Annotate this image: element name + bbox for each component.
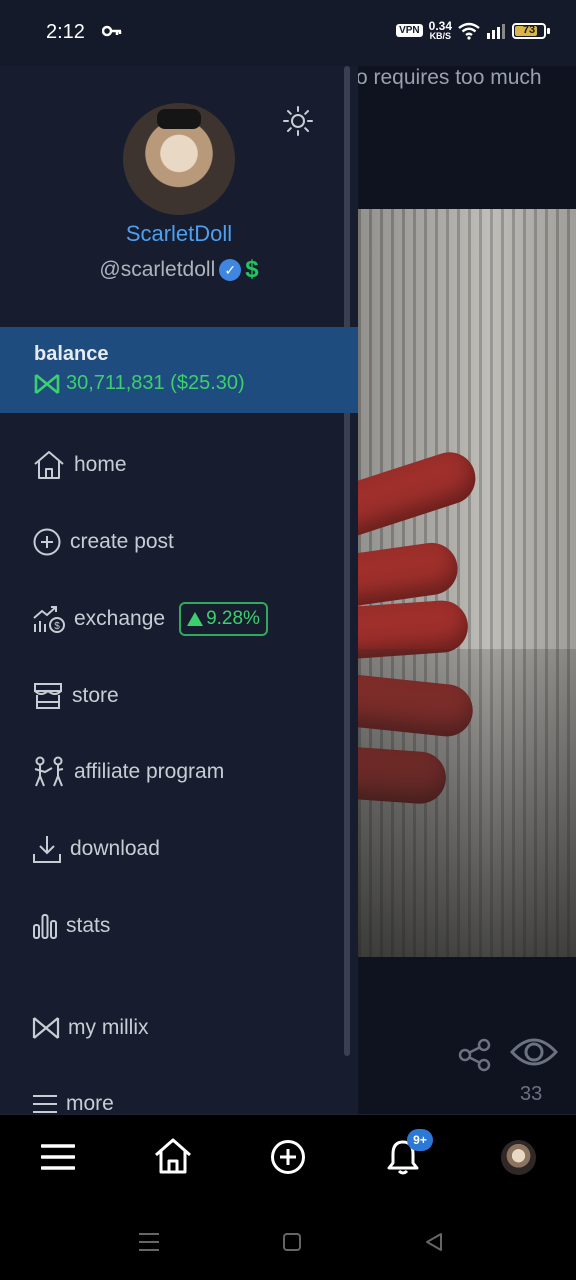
balance-panel[interactable]: balance 30,711,831 ($25.30) xyxy=(0,327,358,413)
wifi-icon xyxy=(458,22,480,40)
menu-label-exchange: exchange xyxy=(74,607,166,630)
net-speed: 0.34 KB/S xyxy=(429,20,452,41)
feed-post-text: o requires too much xyxy=(358,66,542,89)
menu-item-home[interactable]: home xyxy=(32,445,127,485)
key-icon xyxy=(102,25,122,37)
profile-display-name[interactable]: ScarletDoll xyxy=(0,221,358,247)
exchange-chart-icon: $ xyxy=(33,606,65,633)
sun-icon[interactable] xyxy=(283,106,313,136)
menu-item-exchange[interactable]: $ exchange 9.28% xyxy=(32,599,268,639)
status-bar: 2:12 VPN 0.34 KB/S 73 xyxy=(0,0,576,66)
navigation-drawer: ScarletDoll @scarletdoll ✓ $ balance 30,… xyxy=(0,66,358,1114)
menu-label-store: store xyxy=(72,684,119,707)
svg-text:$: $ xyxy=(54,621,60,632)
menu-label-stats: stats xyxy=(66,914,111,937)
system-navigation-bar xyxy=(0,1200,576,1280)
drawer-scrollbar[interactable] xyxy=(344,66,350,1056)
profile-handle-row: @scarletdoll ✓ $ xyxy=(0,256,358,284)
menu-label-download: download xyxy=(70,837,160,860)
balance-amount: 30,711,831 ($25.30) xyxy=(66,372,245,394)
dollar-icon: $ xyxy=(245,256,259,283)
status-indicators: VPN 0.34 KB/S 73 xyxy=(396,20,550,41)
home-icon xyxy=(34,451,64,479)
menu-item-stats[interactable]: stats xyxy=(32,906,110,946)
signal-icon xyxy=(487,23,505,39)
vpn-indicator: VPN xyxy=(396,24,423,37)
menu-label-more: more xyxy=(66,1092,114,1114)
menu-item-affiliate-program[interactable]: affiliate program xyxy=(32,752,224,792)
share-icon[interactable] xyxy=(458,1038,492,1072)
store-icon xyxy=(34,683,62,709)
battery-level: 73 xyxy=(522,23,536,36)
menu-item-my-millix[interactable]: my millix xyxy=(32,1008,148,1048)
balance-row: 30,711,831 ($25.30) xyxy=(34,372,245,395)
avatar-bow xyxy=(157,109,201,129)
profile-avatar-button[interactable] xyxy=(501,1140,536,1175)
menu-label-home: home xyxy=(74,453,127,476)
menu-icon[interactable] xyxy=(41,1143,75,1171)
exchange-change-value: 9.28% xyxy=(206,608,260,629)
menu-label-my-millix: my millix xyxy=(68,1016,149,1039)
recent-apps-icon[interactable] xyxy=(138,1232,160,1252)
feed-post-image[interactable] xyxy=(358,209,576,957)
system-home-icon[interactable] xyxy=(282,1232,302,1252)
menu-item-download[interactable]: download xyxy=(32,829,160,869)
image-shadow xyxy=(358,649,576,957)
exchange-change-badge: 9.28% xyxy=(179,602,268,636)
menu-label-create-post: create post xyxy=(70,530,174,553)
profile-avatar[interactable] xyxy=(123,103,235,215)
battery-icon: 73 xyxy=(512,22,550,39)
views-count: 33 xyxy=(520,1083,543,1105)
verified-icon: ✓ xyxy=(219,259,242,281)
balance-label: balance xyxy=(34,343,109,365)
back-icon[interactable] xyxy=(424,1232,444,1252)
affiliate-people-icon xyxy=(34,756,64,787)
triangle-up-icon xyxy=(187,612,204,626)
add-post-icon[interactable] xyxy=(270,1139,306,1175)
millix-icon xyxy=(34,373,60,394)
hamburger-icon xyxy=(33,1095,57,1113)
home-icon[interactable] xyxy=(153,1137,193,1175)
menu-label-affiliate: affiliate program xyxy=(74,760,225,783)
net-speed-unit: KB/S xyxy=(429,31,452,41)
menu-item-more[interactable]: more xyxy=(32,1084,114,1114)
menu-item-create-post[interactable]: create post xyxy=(32,522,174,562)
notifications-button[interactable]: 9+ xyxy=(387,1129,433,1180)
menu-item-store[interactable]: store xyxy=(32,676,119,716)
notification-count-badge: 9+ xyxy=(407,1129,433,1151)
status-time: 2:12 xyxy=(46,21,85,43)
stats-bars-icon xyxy=(33,914,57,939)
bottom-navigation: 9+ xyxy=(0,1114,576,1200)
download-icon xyxy=(33,836,61,863)
background-feed: o requires too much 33 xyxy=(358,66,576,1114)
millix-icon xyxy=(32,1017,60,1039)
add-circle-icon xyxy=(33,528,61,556)
profile-handle: @scarletdoll xyxy=(99,258,216,281)
views-icon xyxy=(510,1038,558,1066)
